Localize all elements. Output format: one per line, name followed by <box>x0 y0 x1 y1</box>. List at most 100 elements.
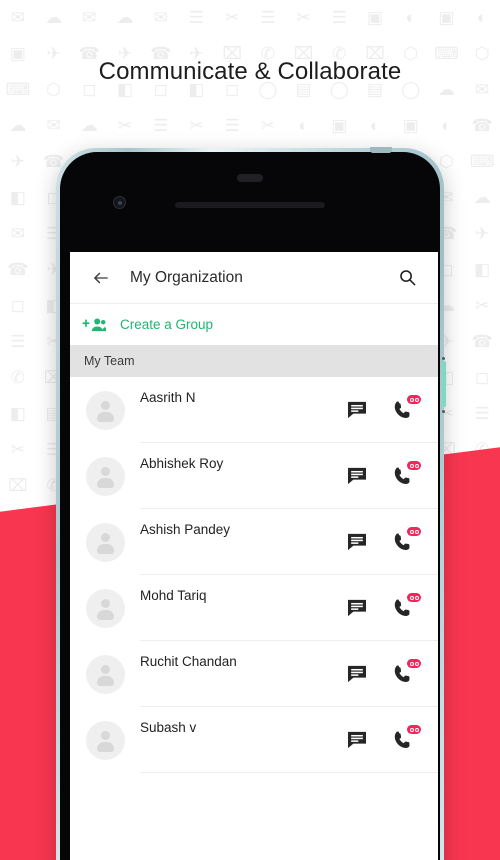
watermark-glyph: ✂ <box>189 116 204 135</box>
person-placeholder-icon <box>101 466 110 476</box>
watermark-glyph: ☁ <box>45 8 63 27</box>
watermark-glyph: ☰ <box>260 8 276 27</box>
watermark-glyph: ✈ <box>10 152 25 171</box>
phone-call-icon[interactable] <box>392 395 421 421</box>
contact-name: Abhishek Roy <box>140 456 224 471</box>
section-header-my-team: My Team <box>70 345 438 377</box>
phone-mockup: My Organization Create a Group My Team A… <box>56 147 446 860</box>
watermark-glyph: ✂ <box>10 440 25 459</box>
avatar <box>86 456 125 496</box>
row-actions <box>346 593 421 619</box>
person-placeholder-icon <box>101 400 110 410</box>
side-screw-bottom <box>442 410 445 413</box>
table-row[interactable]: Subash v <box>70 707 438 773</box>
contact-name: Aasrith N <box>140 390 196 405</box>
watermark-glyph: ◐ <box>298 116 309 135</box>
watermark-glyph: ✂ <box>225 8 240 27</box>
watermark-glyph: ▣ <box>366 8 384 27</box>
watermark-glyph: ◧ <box>474 260 491 279</box>
chat-bubble-icon[interactable] <box>346 597 368 619</box>
watermark-glyph: ☎ <box>7 260 29 279</box>
contact-name: Ashish Pandey <box>140 522 231 537</box>
watermark-glyph: ⌨ <box>469 152 495 171</box>
phone-call-icon[interactable] <box>392 527 421 553</box>
row-actions <box>346 527 421 553</box>
person-placeholder-icon <box>101 532 110 542</box>
watermark-glyph: ◐ <box>369 116 381 135</box>
phone-call-icon[interactable] <box>392 593 421 619</box>
watermark-glyph: ☎ <box>471 116 493 135</box>
table-row[interactable]: Mohd Tariq <box>70 575 438 641</box>
notch-bar <box>237 174 263 182</box>
page-headline: Communicate & Collaborate <box>98 58 402 85</box>
create-group-row[interactable]: Create a Group <box>70 304 438 345</box>
watermark-glyph: ☰ <box>474 404 490 423</box>
watermark-glyph: ✂ <box>475 296 490 315</box>
table-row[interactable]: Aasrith N <box>70 377 438 443</box>
watermark-glyph: ✉ <box>46 116 61 135</box>
watermark-glyph: ✉ <box>10 8 25 27</box>
side-screw-top <box>442 357 445 360</box>
avatar <box>86 588 125 628</box>
watermark-glyph: ◐ <box>477 8 488 27</box>
power-button[interactable] <box>442 361 446 407</box>
avatar <box>86 522 125 562</box>
watermark-glyph: ☁ <box>80 116 98 135</box>
row-actions <box>346 395 421 421</box>
back-arrow-icon[interactable] <box>86 263 116 293</box>
watermark-glyph: ▣ <box>331 116 348 135</box>
watermark-glyph: ✉ <box>82 8 97 27</box>
watermark-glyph: ✂ <box>296 8 311 27</box>
person-placeholder-icon <box>101 664 110 674</box>
chat-bubble-icon[interactable] <box>346 729 368 751</box>
row-actions <box>346 461 421 487</box>
watermark-glyph: ✉ <box>153 8 168 27</box>
phone-call-icon[interactable] <box>392 725 421 751</box>
antenna-nub <box>370 147 392 153</box>
person-placeholder-icon <box>101 730 110 740</box>
create-group-label: Create a Group <box>120 317 214 332</box>
watermark-glyph: ◐ <box>405 8 416 27</box>
chat-bubble-icon[interactable] <box>346 399 368 421</box>
watermark-glyph: ◐ <box>441 116 452 135</box>
avatar <box>86 720 125 760</box>
watermark-glyph: ☁ <box>473 188 491 207</box>
watermark-glyph: ◻ <box>475 368 490 387</box>
watermark-glyph: ☰ <box>224 116 240 135</box>
phone-body: My Organization Create a Group My Team A… <box>60 152 440 860</box>
earpiece-speaker-icon <box>175 202 325 208</box>
contact-name: Ruchit Chandan <box>140 654 237 669</box>
watermark-glyph: ☰ <box>10 332 26 351</box>
section-header-label: My Team <box>84 354 135 368</box>
app-bar: My Organization <box>70 252 438 304</box>
add-group-icon <box>82 316 106 334</box>
watermark-glyph: ◧ <box>9 404 26 423</box>
front-camera-icon <box>113 196 126 209</box>
table-row[interactable]: Ruchit Chandan <box>70 641 438 707</box>
watermark-glyph: ▣ <box>402 116 419 135</box>
watermark-glyph: ◧ <box>9 188 26 207</box>
page-title: My Organization <box>130 268 243 286</box>
watermark-glyph: ☁ <box>116 8 134 27</box>
watermark-glyph: ☰ <box>331 8 347 27</box>
watermark-glyph: ✂ <box>117 116 133 135</box>
table-row[interactable]: Ashish Pandey <box>70 509 438 575</box>
status-badge <box>407 659 421 668</box>
row-actions <box>346 725 421 751</box>
watermark-glyph: ☎ <box>471 332 493 351</box>
chat-bubble-icon[interactable] <box>346 531 368 553</box>
table-row[interactable]: Abhishek Roy <box>70 443 438 509</box>
watermark-glyph: ☁ <box>9 116 27 135</box>
status-badge <box>407 527 421 536</box>
contact-name: Subash v <box>140 720 197 735</box>
search-icon[interactable] <box>392 263 422 293</box>
watermark-glyph: ✈ <box>475 224 490 243</box>
watermark-glyph: ▣ <box>438 8 455 27</box>
chat-bubble-icon[interactable] <box>346 663 368 685</box>
row-actions <box>346 659 421 685</box>
phone-call-icon[interactable] <box>392 659 421 685</box>
avatar <box>86 390 125 430</box>
chat-bubble-icon[interactable] <box>346 465 368 487</box>
phone-call-icon[interactable] <box>392 461 421 487</box>
watermark-glyph: ✆ <box>10 368 25 387</box>
